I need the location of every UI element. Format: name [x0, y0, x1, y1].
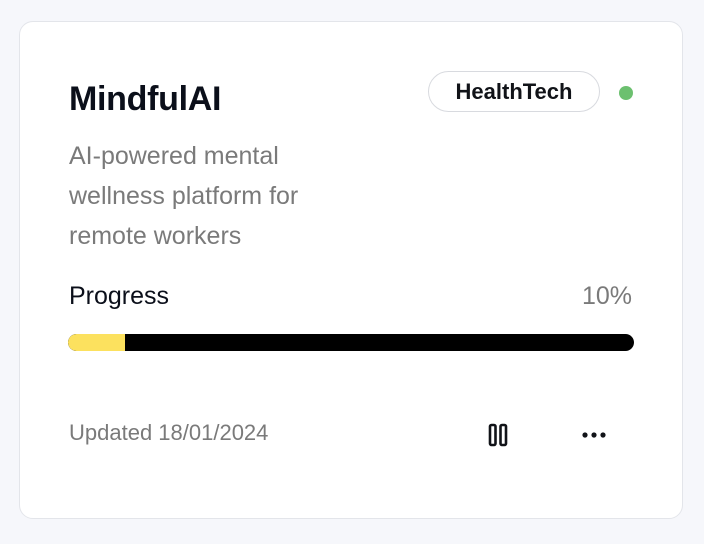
progress-bar-fill	[68, 334, 125, 351]
project-card: MindfulAI HealthTech AI-powered mental w…	[19, 21, 683, 519]
updated-date: Updated 18/01/2024	[69, 420, 269, 445]
more-options-button[interactable]	[574, 415, 614, 455]
category-badge: HealthTech	[428, 71, 600, 112]
pause-icon	[488, 423, 508, 447]
project-title: MindfulAI	[69, 80, 222, 118]
progress-value: 10%	[581, 282, 632, 310]
status-indicator	[619, 86, 633, 100]
pause-button[interactable]	[478, 415, 518, 455]
more-horizontal-icon	[582, 432, 606, 438]
progress-label: Progress	[69, 282, 170, 310]
project-description: AI-powered mental wellness platform for …	[69, 142, 299, 250]
progress-bar	[68, 334, 634, 351]
